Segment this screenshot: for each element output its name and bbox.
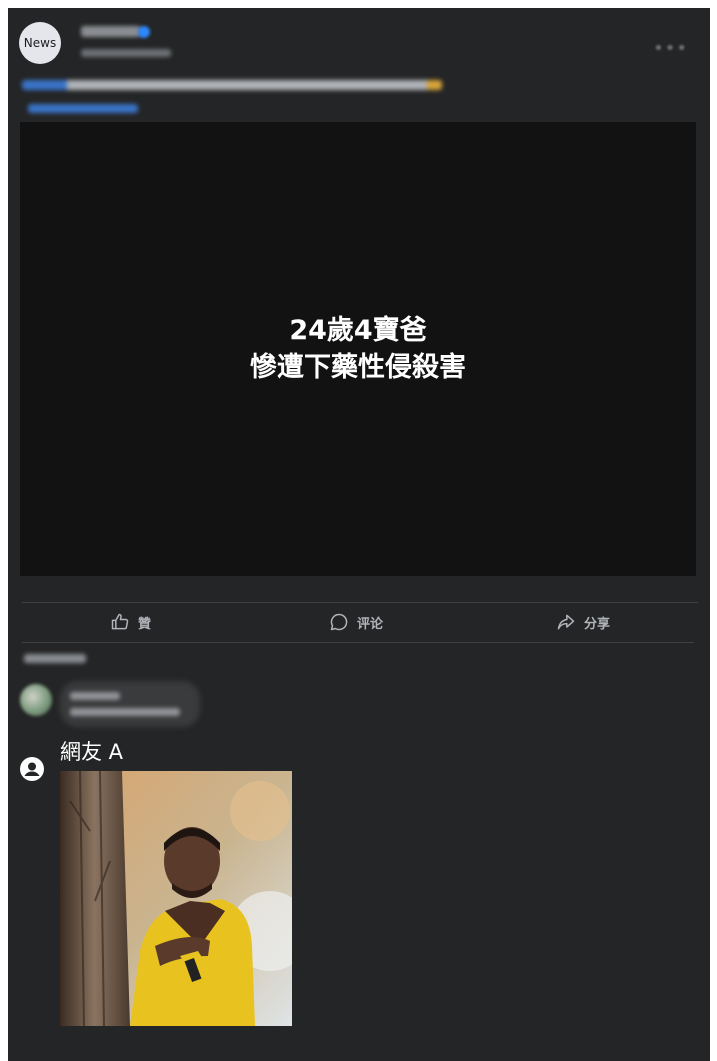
page-name-blurred[interactable] <box>81 26 141 37</box>
like-icon <box>111 613 129 630</box>
comment-sort-blurred[interactable] <box>24 654 86 663</box>
share-label: 分享 <box>584 616 611 632</box>
comment-bubble-blurred <box>60 681 200 727</box>
divider <box>22 642 694 643</box>
video-title-line1: 24歲4寶爸 <box>289 315 427 346</box>
post-timestamp-blurred[interactable] <box>81 49 171 57</box>
like-button[interactable]: 贊 <box>110 608 151 636</box>
post-card: News ••• 24歲4寶爸 慘遭下藥性侵殺害 贊 评论 分享 網友 A <box>8 8 710 1061</box>
like-label: 贊 <box>138 616 152 632</box>
video-title-text: 24歲4寶爸 慘遭下藥性侵殺害 <box>250 312 466 386</box>
comment-label: 评论 <box>357 616 384 632</box>
commenter-avatar-blurred[interactable] <box>20 684 52 716</box>
action-bar: 贊 评论 分享 <box>8 608 710 636</box>
meme-image[interactable] <box>60 771 292 1026</box>
comment-button[interactable]: 评论 <box>329 608 383 636</box>
page-avatar[interactable]: News <box>19 22 61 64</box>
divider <box>22 602 698 603</box>
more-icon[interactable]: ••• <box>653 38 688 59</box>
video-player[interactable]: 24歲4寶爸 慘遭下藥性侵殺害 <box>20 122 696 576</box>
comment-author-blurred[interactable] <box>70 692 120 700</box>
post-link-blurred[interactable] <box>28 104 138 113</box>
video-title-line2: 慘遭下藥性侵殺害 <box>250 352 466 383</box>
comment-icon <box>330 613 348 631</box>
share-icon <box>557 614 575 630</box>
post-caption-blurred <box>22 80 442 90</box>
comment-author-name[interactable]: 網友 A <box>60 740 123 764</box>
post-header: News ••• <box>8 8 710 123</box>
user-avatar-icon[interactable] <box>20 757 44 781</box>
verified-badge-icon <box>138 26 150 38</box>
share-button[interactable]: 分享 <box>556 608 610 636</box>
comment-text-blurred <box>70 708 180 716</box>
